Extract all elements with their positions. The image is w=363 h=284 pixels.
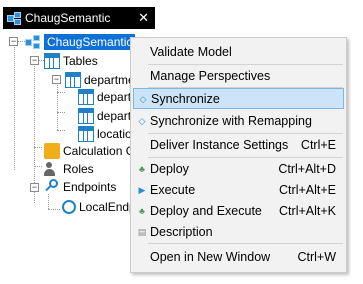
tree-node-label: Tables bbox=[63, 54, 98, 68]
tree-node-tables[interactable]: Tables bbox=[44, 52, 98, 70]
menu-item-shortcut: Ctrl+Alt+K bbox=[279, 203, 336, 218]
menu-item-label: Synchronize with Remapping bbox=[150, 113, 312, 128]
table-icon bbox=[65, 72, 81, 88]
menu-item-deploy-and-execute[interactable]: ♣ Deploy and Execute Ctrl+Alt+K bbox=[133, 200, 344, 221]
menu-item-execute[interactable]: ▶ Execute Ctrl+Alt+E bbox=[133, 179, 344, 200]
deploy-execute-icon: ♣ bbox=[139, 205, 145, 216]
model-icon bbox=[7, 12, 21, 25]
menu-separator bbox=[148, 243, 343, 244]
tree-node-column[interactable]: locatio bbox=[78, 125, 132, 143]
sync-remap-icon: ◇ bbox=[138, 115, 146, 126]
description-icon: ▤ bbox=[137, 226, 147, 237]
menu-item-label: Description bbox=[150, 224, 213, 239]
menu-item-label: Execute bbox=[150, 182, 196, 197]
menu-item-label: Validate Model bbox=[150, 44, 232, 59]
tables-icon bbox=[44, 53, 60, 69]
title-bar: ChaugSemantic ✕ bbox=[0, 0, 363, 30]
tree-node-label: departi bbox=[97, 90, 134, 104]
expand-root-toggle[interactable]: − bbox=[9, 37, 18, 46]
tree-node-label: departi bbox=[97, 109, 134, 123]
calculation-group-icon bbox=[44, 143, 60, 159]
menu-item-label: Synchronize bbox=[151, 91, 220, 106]
context-menu: Validate Model Manage Perspectives ◇ Syn… bbox=[130, 37, 347, 273]
menu-item-deploy[interactable]: ♣ Deploy Ctrl+Alt+D bbox=[133, 158, 344, 179]
tree-node-label: ChaugSemantic bbox=[44, 34, 136, 50]
menu-item-label: Deliver Instance Settings bbox=[150, 137, 289, 152]
column-icon bbox=[78, 126, 94, 142]
menu-item-synchronize[interactable]: ◇ Synchronize bbox=[133, 88, 344, 109]
column-icon bbox=[78, 89, 94, 105]
tree-node-local-endpoint[interactable]: LocalEndp bbox=[62, 198, 136, 216]
tree-node-label: Endpoints bbox=[63, 180, 117, 194]
menu-item-shortcut: Ctrl+Alt+D bbox=[278, 161, 336, 176]
menu-item-label: Deploy and Execute bbox=[150, 203, 262, 218]
menu-item-deliver-instance-settings[interactable]: Deliver Instance Settings Ctrl+E bbox=[133, 134, 344, 155]
tree-node-label: locatio bbox=[97, 127, 132, 141]
menu-item-description[interactable]: ▤ Description bbox=[133, 221, 344, 242]
menu-item-shortcut: Ctrl+E bbox=[300, 137, 336, 152]
menu-item-validate-model[interactable]: Validate Model bbox=[133, 41, 344, 62]
menu-item-manage-perspectives[interactable]: Manage Perspectives bbox=[133, 65, 344, 86]
tree-node-label: Roles bbox=[63, 162, 94, 176]
roles-icon bbox=[44, 161, 60, 177]
tree-node-label: Calculation Gr bbox=[63, 144, 140, 158]
menu-item-shortcut: Ctrl+W bbox=[297, 249, 336, 264]
tree-node-column[interactable]: departi bbox=[78, 88, 134, 106]
menu-item-open-in-new-window[interactable]: Open in New Window Ctrl+W bbox=[133, 246, 344, 267]
expand-endpoints-toggle[interactable]: − bbox=[30, 183, 39, 192]
menu-item-synchronize-with-remapping[interactable]: ◇ Synchronize with Remapping bbox=[133, 110, 344, 131]
menu-item-label: Deploy bbox=[150, 161, 189, 176]
expand-tables-toggle[interactable]: − bbox=[30, 56, 39, 65]
close-icon[interactable]: ✕ bbox=[138, 10, 149, 26]
menu-item-shortcut: Ctrl+Alt+E bbox=[279, 182, 336, 197]
endpoints-icon bbox=[44, 179, 60, 195]
deploy-icon: ♣ bbox=[139, 163, 145, 174]
tab-title: ChaugSemantic bbox=[25, 11, 111, 25]
tree-node-label: LocalEndp bbox=[79, 200, 136, 214]
model-icon bbox=[25, 34, 41, 50]
tree-node-column[interactable]: departi bbox=[78, 107, 134, 125]
tree-node-endpoints[interactable]: Endpoints bbox=[44, 178, 116, 196]
model-tab[interactable]: ChaugSemantic ✕ bbox=[3, 7, 155, 29]
menu-item-label: Manage Perspectives bbox=[150, 68, 271, 83]
tree-node-calculation-groups[interactable]: Calculation Gr bbox=[44, 142, 139, 160]
menu-item-label: Open in New Window bbox=[150, 249, 271, 264]
sync-icon: ◇ bbox=[139, 93, 147, 104]
tree-node-roles[interactable]: Roles bbox=[44, 160, 94, 178]
execute-icon: ▶ bbox=[138, 184, 146, 195]
endpoint-icon bbox=[62, 200, 76, 214]
expand-department-toggle[interactable]: − bbox=[52, 75, 61, 84]
column-icon bbox=[78, 108, 94, 124]
tree-node-model[interactable]: ChaugSemantic bbox=[25, 33, 136, 51]
